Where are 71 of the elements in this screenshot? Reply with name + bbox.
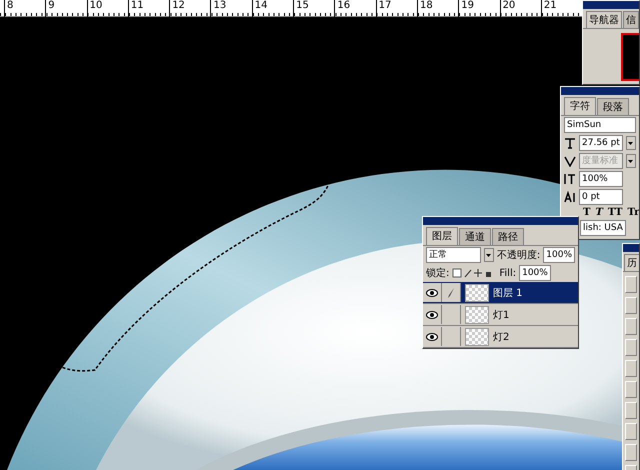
panel-tab[interactable]: 通道	[459, 228, 491, 245]
language-field[interactable]: lish: USA	[580, 220, 626, 236]
caret-icon	[628, 142, 634, 144]
panel-title-bar	[583, 1, 639, 9]
history-row[interactable]	[625, 276, 637, 293]
history-row[interactable]	[625, 318, 637, 335]
lock-label: 锁定:	[426, 266, 450, 280]
vertical-scale-icon	[564, 173, 576, 185]
ruler-label: 11	[128, 0, 170, 17]
navigator-preview	[621, 33, 639, 81]
ruler-label: 12	[169, 0, 210, 17]
brush-icon	[446, 286, 456, 298]
ruler-label: 10	[86, 0, 128, 17]
layer-name: 灯2	[493, 330, 510, 344]
text-style-button[interactable]: T	[581, 207, 592, 218]
caret-icon	[486, 254, 492, 256]
ruler-label: 20	[500, 0, 541, 17]
ruler-label: 19	[458, 0, 500, 17]
panel-tab[interactable]: 段落	[597, 98, 629, 115]
panel-tab[interactable]: 字符	[564, 97, 596, 115]
layer-name: 图层 1	[493, 286, 523, 300]
fill-label: Fill:	[499, 268, 516, 278]
baseline-field[interactable]: 0 pt	[579, 189, 623, 205]
ruler-label: 16	[334, 0, 376, 17]
opacity-label: 不透明度:	[496, 248, 540, 262]
dropdown-button[interactable]	[484, 248, 494, 262]
layer-row[interactable]: 灯2	[423, 326, 578, 348]
ruler-label: 17	[376, 0, 417, 17]
eye-icon[interactable]	[426, 288, 438, 296]
scale-field[interactable]: 100%	[579, 171, 623, 187]
history-row[interactable]	[625, 423, 637, 440]
size-field[interactable]: 27.56 pt	[579, 135, 623, 151]
ruler-label: 14	[252, 0, 294, 17]
eye-icon[interactable]	[426, 332, 438, 340]
panel-tab[interactable]: 路径	[492, 228, 524, 245]
history-row[interactable]	[625, 297, 637, 314]
history-row[interactable]	[625, 339, 637, 356]
history-row[interactable]	[625, 444, 637, 461]
text-style-button[interactable]: TT	[606, 207, 624, 218]
history-row[interactable]	[625, 381, 637, 398]
ruler-label: 15	[293, 0, 334, 17]
panel-tab[interactable]: 信	[623, 11, 639, 28]
baseline-icon	[564, 191, 576, 203]
layer-row[interactable]: 图层 1	[423, 282, 578, 304]
history-row[interactable]	[625, 360, 637, 377]
panel-tab[interactable]: 图层	[426, 227, 458, 245]
panel-tab[interactable]: 历	[624, 254, 639, 271]
dropdown-button[interactable]	[626, 154, 636, 168]
dropdown-button[interactable]	[626, 136, 636, 150]
layer-row[interactable]: 灯1	[423, 304, 578, 326]
caret-icon	[628, 160, 634, 162]
layer-thumbnail	[465, 328, 489, 346]
layer-name: 灯1	[493, 308, 510, 322]
lock-icons-drawing[interactable]	[452, 268, 492, 278]
kerning-icon	[564, 155, 576, 167]
blend-mode-field[interactable]: 正常	[426, 247, 481, 263]
text-style-button[interactable]: T	[593, 207, 605, 218]
opacity-field[interactable]: 100%	[543, 247, 575, 263]
panel-tab[interactable]: 导航器	[586, 11, 622, 28]
font-field[interactable]: SimSun	[564, 117, 636, 133]
panel-title-bar	[623, 244, 639, 252]
fill-field[interactable]: 100%	[519, 265, 551, 281]
layer-thumbnail	[465, 306, 489, 324]
eye-icon[interactable]	[426, 310, 438, 318]
ruler-label: 8	[4, 0, 46, 17]
history-row[interactable]	[625, 402, 637, 419]
ruler-label: 18	[416, 0, 458, 17]
font-size-icon	[564, 137, 576, 149]
ruler-label: 13	[210, 0, 252, 17]
layer-thumbnail	[465, 284, 489, 302]
ruler-label: 9	[45, 0, 87, 17]
